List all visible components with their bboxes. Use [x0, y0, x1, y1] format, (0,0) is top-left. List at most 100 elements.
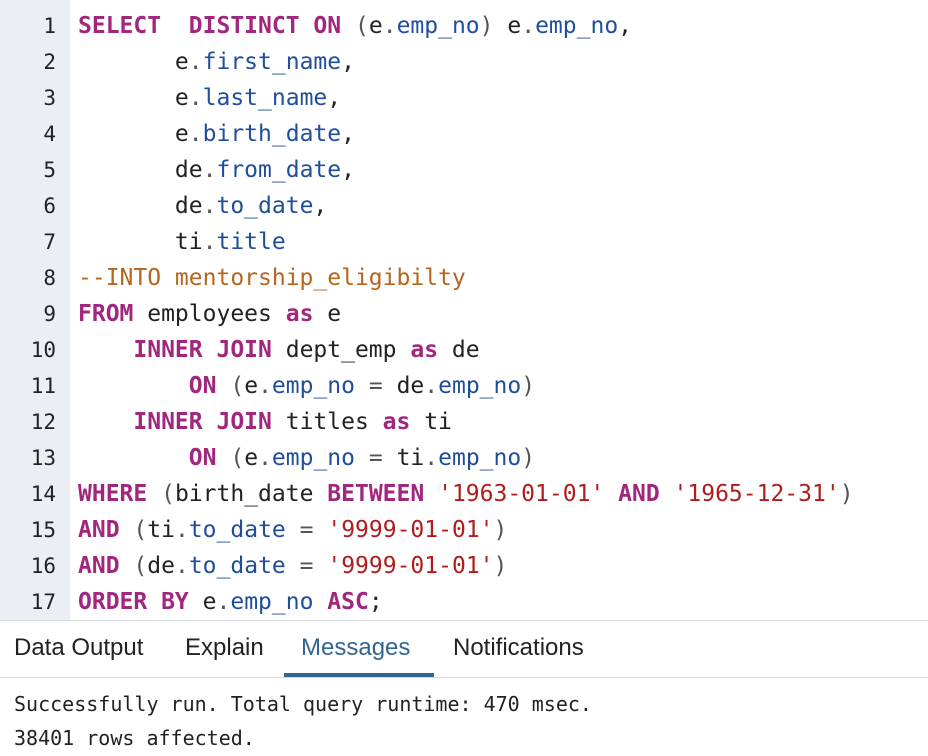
code-token: emp_no [271, 373, 356, 399]
line-number: 5 [43, 158, 56, 182]
code-token: INNER JOIN [133, 409, 272, 435]
code-token: , [341, 121, 355, 147]
code-token: last_name [202, 85, 328, 111]
code-line[interactable]: --INTO mentorship_eligibilty [78, 260, 466, 296]
code-line[interactable]: AND (ti.to_date = '9999-01-01') [78, 512, 507, 548]
code-token: ASC [327, 589, 369, 615]
line-number: 4 [43, 122, 56, 146]
code-token: de [147, 553, 175, 579]
code-token: e [244, 373, 259, 399]
code-token: emp_no [396, 13, 480, 39]
code-token: '1963-01-01' [438, 481, 605, 507]
code-token: ( [133, 553, 148, 579]
code-line[interactable]: INNER JOIN titles as ti [78, 404, 452, 440]
code-token: = [299, 517, 314, 543]
line-number: 17 [30, 590, 56, 614]
code-line[interactable]: ORDER BY e.emp_no ASC; [78, 584, 383, 620]
code-line[interactable]: ON (e.emp_no = ti.emp_no) [78, 440, 535, 476]
code-token: emp_no [535, 13, 619, 39]
code-token: ( [161, 481, 175, 507]
code-token: titles [271, 409, 383, 435]
code-token: ) [839, 481, 854, 507]
code-token: title [216, 229, 286, 255]
code-line[interactable]: AND (de.to_date = '9999-01-01') [78, 548, 507, 584]
code-token: , [313, 193, 328, 219]
code-line[interactable]: FROM employees as e [78, 296, 341, 332]
code-token: ON [188, 373, 217, 399]
code-token: as [285, 301, 314, 327]
message-runtime: Successfully run. Total query runtime: 4… [14, 692, 592, 716]
code-token: ti [78, 229, 203, 255]
tab-messages[interactable]: Messages [301, 621, 410, 677]
line-number: 7 [43, 230, 56, 254]
code-token: ti [410, 409, 452, 435]
code-token: emp_no [438, 373, 522, 399]
code-token: . [424, 373, 439, 399]
code-token: ON [188, 445, 217, 471]
code-token: e [368, 13, 383, 39]
code-line[interactable]: ON (e.emp_no = de.emp_no) [78, 368, 535, 404]
code-token: . [258, 373, 272, 399]
code-token: AND [618, 481, 660, 507]
code-token: AND [78, 553, 120, 579]
code-line[interactable]: ti.title [78, 224, 286, 260]
line-number: 10 [30, 338, 56, 362]
code-token: . [202, 229, 217, 255]
tab-data-output[interactable]: Data Output [14, 621, 143, 677]
code-token: de [78, 193, 203, 219]
code-token: . [521, 13, 536, 39]
code-token: as [410, 337, 439, 363]
code-line[interactable]: de.to_date, [78, 188, 327, 224]
line-number-gutter: 1 2 3 4 5 6 7 8 9 10 11 12 13 14 15 16 17 [0, 0, 70, 620]
tab-notifications[interactable]: Notifications [453, 621, 584, 677]
code-token: . [174, 553, 189, 579]
code-token: FROM [78, 301, 134, 327]
code-token: emp_no [438, 445, 522, 471]
code-token: dept_emp [271, 337, 411, 363]
code-token: '9999-01-01' [327, 517, 494, 543]
line-number: 6 [43, 194, 56, 218]
code-line[interactable]: WHERE (birth_date BETWEEN '1963-01-01' A… [78, 476, 854, 512]
code-token: birth_date [202, 121, 342, 147]
message-rows-affected: 38401 rows affected. [14, 726, 255, 750]
code-token: . [202, 157, 217, 183]
code-token: DISTINCT ON [188, 13, 342, 39]
code-line[interactable]: SELECT DISTINCT ON (e.emp_no) e.emp_no, [78, 8, 632, 44]
code-token: ) [493, 517, 508, 543]
code-token: to_date [216, 193, 314, 219]
code-token: to_date [188, 517, 286, 543]
code-line[interactable]: de.from_date, [78, 152, 355, 188]
code-line[interactable]: e.first_name, [78, 44, 355, 80]
code-token: . [216, 589, 231, 615]
code-token: e [188, 589, 217, 615]
code-token: WHERE [78, 481, 148, 507]
line-number: 8 [43, 266, 56, 290]
code-token: = [299, 553, 314, 579]
code-token: . [174, 517, 189, 543]
code-token: from_date [216, 157, 342, 183]
code-line[interactable]: e.birth_date, [78, 116, 355, 152]
code-token: ti [147, 517, 175, 543]
code-line[interactable]: INNER JOIN dept_emp as de [78, 332, 479, 368]
code-token: . [258, 445, 272, 471]
code-token: BETWEEN [327, 481, 425, 507]
code-token: to_date [188, 553, 286, 579]
tab-explain[interactable]: Explain [185, 621, 264, 677]
line-number: 14 [30, 482, 56, 506]
code-token: '9999-01-01' [327, 553, 494, 579]
sql-editor[interactable]: 1 2 3 4 5 6 7 8 9 10 11 12 13 14 15 16 17 SELECT DISTINC… [0, 0, 928, 620]
code-token: ORDER BY [78, 589, 189, 615]
code-token: , [618, 13, 633, 39]
code-token: AND [78, 517, 120, 543]
code-token: emp_no [230, 589, 314, 615]
code-token: = [368, 445, 383, 471]
code-line[interactable]: e.last_name, [78, 80, 341, 116]
